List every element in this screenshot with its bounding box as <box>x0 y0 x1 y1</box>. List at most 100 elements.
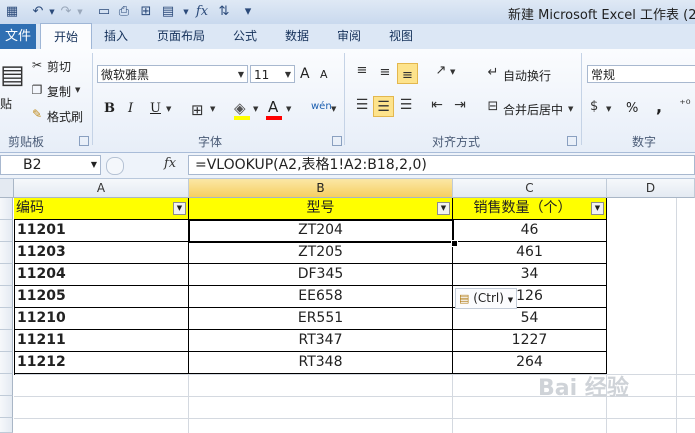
new-file-icon[interactable]: ▭ <box>96 4 112 20</box>
font-name-combo[interactable]: 微软雅黑 ▼ <box>97 65 248 83</box>
formula-input[interactable]: =VLOOKUP(A2,表格1!A2:B18,2,0) <box>188 155 695 175</box>
font-launcher-icon[interactable] <box>332 136 342 146</box>
table-cell[interactable]: 11211 <box>14 330 189 352</box>
orientation-dropdown-icon[interactable]: ▼ <box>450 68 455 76</box>
paste-big-icon[interactable]: ▤ <box>0 55 25 95</box>
align-middle-icon[interactable]: ≡ <box>376 65 394 80</box>
table-cell[interactable]: 11212 <box>14 352 189 374</box>
table-cell[interactable]: DF345 <box>189 264 453 286</box>
borders-icon[interactable]: ⊞ <box>138 4 154 20</box>
table-cell[interactable]: 46 <box>453 220 607 242</box>
insert-function-icon[interactable]: fx <box>194 4 210 20</box>
header-cell-quantity[interactable]: 销售数量（个） ▼ <box>453 198 607 220</box>
merge-dropdown-icon[interactable]: ▼ <box>568 105 573 113</box>
tab-data[interactable]: 数据 <box>285 24 309 49</box>
fill-color-icon[interactable]: ◈ <box>234 99 246 117</box>
row-header[interactable] <box>0 352 13 374</box>
format-painter-button[interactable]: 格式刷 <box>47 108 83 125</box>
tab-home[interactable]: 开始 <box>40 23 92 51</box>
name-box-resize-handle[interactable] <box>106 157 124 175</box>
shrink-font-button[interactable]: A <box>320 68 328 81</box>
align-bottom-icon[interactable]: ≡ <box>397 63 418 84</box>
decrease-indent-icon[interactable]: ⇤ <box>428 97 446 113</box>
tab-review[interactable]: 审阅 <box>337 24 361 49</box>
column-header-b[interactable]: B <box>189 179 453 198</box>
customize-quick-access-icon[interactable]: ▾ <box>240 4 256 20</box>
wrap-text-button[interactable]: 自动换行 <box>503 67 551 84</box>
tab-formulas[interactable]: 公式 <box>233 24 257 49</box>
header-cell-model[interactable]: 型号 ▼ <box>189 198 453 220</box>
column-header-a[interactable]: A <box>14 179 189 198</box>
print-preview-icon[interactable]: ⎙ <box>116 4 132 20</box>
tab-page-layout[interactable]: 页面布局 <box>157 24 205 49</box>
fill-handle[interactable] <box>451 240 458 247</box>
paste-options-button[interactable]: ▤ (Ctrl) ▼ <box>455 288 517 309</box>
excel-app-icon[interactable]: ▦ <box>4 4 20 20</box>
row-header[interactable] <box>0 374 13 396</box>
row-header[interactable] <box>0 264 13 286</box>
row-header[interactable] <box>0 396 13 418</box>
table-cell[interactable]: 11204 <box>14 264 189 286</box>
table-cell[interactable]: 11201 <box>14 220 189 242</box>
sort-icon[interactable]: ⇅ <box>216 4 232 20</box>
borders-icon[interactable]: ⊞ <box>191 101 204 119</box>
table-cell[interactable]: 11210 <box>14 308 189 330</box>
redo-dropdown-icon[interactable]: ▼ <box>72 4 88 20</box>
cut-button[interactable]: 剪切 <box>47 58 71 75</box>
table-cell[interactable]: ER551 <box>189 308 453 330</box>
tab-insert[interactable]: 插入 <box>104 24 128 49</box>
row-header[interactable] <box>0 308 13 330</box>
table-cell[interactable]: RT347 <box>189 330 453 352</box>
column-header-c[interactable]: C <box>453 179 607 198</box>
percent-style-button[interactable]: % <box>626 101 638 116</box>
comma-style-button[interactable]: , <box>656 97 662 116</box>
row-header[interactable] <box>0 286 13 308</box>
table-cell[interactable]: EE658 <box>189 286 453 308</box>
tab-file[interactable]: 文件 <box>0 24 36 49</box>
font-size-combo[interactable]: 11 ▼ <box>250 65 295 83</box>
orientation-icon[interactable]: ↗ <box>432 63 450 78</box>
align-right-icon[interactable]: ☰ <box>397 97 415 113</box>
tab-view[interactable]: 视图 <box>389 24 413 49</box>
table-cell[interactable]: 34 <box>453 264 607 286</box>
align-top-icon[interactable]: ≡ <box>353 63 371 78</box>
header-cell-code[interactable]: 编码 ▼ <box>14 198 189 220</box>
row-header[interactable] <box>0 198 13 220</box>
select-all-corner[interactable] <box>0 179 14 198</box>
table-cell[interactable]: 461 <box>453 242 607 264</box>
accounting-dropdown-icon[interactable]: ▼ <box>606 105 611 113</box>
increase-indent-icon[interactable]: ⇥ <box>451 97 469 113</box>
font-color-icon[interactable]: A <box>268 98 278 116</box>
row-header[interactable] <box>0 242 13 264</box>
borders-dropdown-icon[interactable]: ▼ <box>210 105 215 113</box>
bold-button[interactable]: B <box>104 101 115 116</box>
align-center-icon[interactable]: ☰ <box>373 96 394 117</box>
table-cell[interactable]: 11203 <box>14 242 189 264</box>
name-box[interactable]: B2 ▼ <box>0 155 101 175</box>
row-header[interactable] <box>0 220 13 242</box>
copy-button[interactable]: 复制 <box>47 83 71 100</box>
table-cell[interactable]: 54 <box>453 308 607 330</box>
filter-dropdown-icon[interactable]: ▼ <box>437 202 450 215</box>
alignment-launcher-icon[interactable] <box>567 136 577 146</box>
accounting-format-icon[interactable]: $ <box>590 99 598 114</box>
table-cell[interactable]: 11205 <box>14 286 189 308</box>
underline-button[interactable]: U <box>150 101 161 116</box>
grow-font-button[interactable]: A <box>300 66 310 82</box>
phonetic-guide-button[interactable]: wén <box>311 101 332 112</box>
table-cell[interactable]: RT348 <box>189 352 453 374</box>
row-header[interactable] <box>0 418 13 433</box>
align-left-icon[interactable]: ☰ <box>353 97 371 113</box>
paste-dropdown-icon[interactable]: ▼ <box>178 4 194 20</box>
number-format-combo[interactable]: 常规 <box>587 65 695 83</box>
italic-button[interactable]: I <box>128 101 133 116</box>
filter-dropdown-icon[interactable]: ▼ <box>173 202 186 215</box>
filter-dropdown-icon[interactable]: ▼ <box>591 202 604 215</box>
copy-dropdown-icon[interactable]: ▼ <box>75 86 80 94</box>
fill-color-dropdown-icon[interactable]: ▼ <box>253 105 258 113</box>
paste-icon[interactable]: ▤ <box>160 4 176 20</box>
insert-function-button[interactable]: fx <box>164 156 176 171</box>
font-color-dropdown-icon[interactable]: ▼ <box>286 105 291 113</box>
increase-decimal-icon[interactable]: ⁺⁰ <box>678 97 692 111</box>
column-header-d[interactable]: D <box>607 179 695 198</box>
